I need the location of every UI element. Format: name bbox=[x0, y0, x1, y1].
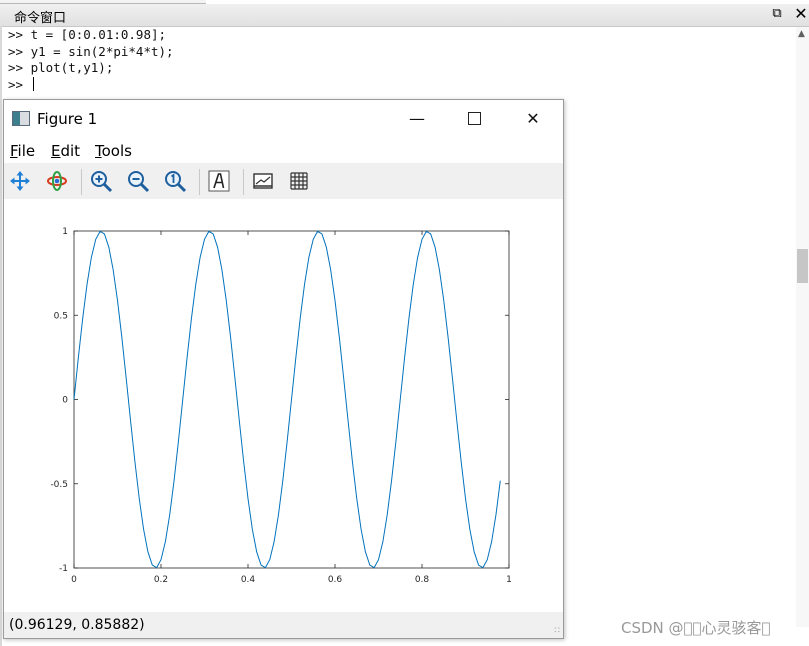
toggle-axes-icon[interactable] bbox=[251, 169, 275, 193]
cursor-coordinates: (0.96129, 0.85882) bbox=[9, 617, 145, 633]
command-window-title: 命令窗口 bbox=[14, 11, 67, 26]
rotate-icon[interactable] bbox=[45, 169, 69, 193]
y-tick-label: 1 bbox=[62, 227, 68, 237]
y-tick-label: 0.5 bbox=[54, 311, 68, 321]
command-line: >> t = [0:0.01:0.98]; bbox=[8, 27, 167, 42]
y-tick-label: -1 bbox=[59, 564, 68, 574]
scroll-up-icon[interactable]: ▲ bbox=[798, 29, 805, 39]
figure-toolbar bbox=[4, 163, 563, 199]
menu-tools[interactable]: Tools bbox=[95, 142, 132, 160]
y-tick-label: -0.5 bbox=[50, 480, 68, 490]
figure-window: Figure 1 — ✕ File Edit Tools 0 0.2 0.4 0… bbox=[3, 99, 564, 639]
text-caret bbox=[32, 76, 34, 91]
zoom-reset-icon[interactable] bbox=[163, 169, 187, 193]
menu-edit[interactable]: Edit bbox=[51, 142, 80, 160]
menu-file[interactable]: File bbox=[10, 142, 35, 160]
undock-icon[interactable]: ⧉ bbox=[770, 7, 784, 21]
close-button[interactable]: ✕ bbox=[510, 104, 556, 134]
x-tick-label: 0.2 bbox=[154, 575, 168, 585]
insert-text-icon[interactable] bbox=[207, 169, 231, 193]
figure-title: Figure 1 bbox=[37, 110, 98, 128]
toolbar-separator bbox=[81, 169, 82, 195]
command-output[interactable]: >> t = [0:0.01:0.98]; >> y1 = sin(2*pi*4*… bbox=[8, 27, 788, 93]
x-tick-label: 1 bbox=[506, 575, 512, 585]
scrollbar-thumb[interactable] bbox=[797, 249, 808, 283]
watermark: CSDN @  心灵骇客  bbox=[621, 619, 771, 637]
command-line: >> y1 = sin(2*pi*4*t); bbox=[8, 43, 174, 59]
x-tick-label: 0.4 bbox=[241, 575, 256, 585]
zoom-in-icon[interactable] bbox=[89, 169, 113, 193]
status-bar: (0.96129, 0.85882) ∷ bbox=[4, 612, 563, 638]
maximize-icon bbox=[467, 112, 481, 125]
command-prompt: >> bbox=[8, 76, 31, 92]
panel-left-border bbox=[0, 26, 2, 646]
toolbar-separator bbox=[199, 169, 200, 195]
resize-grip-icon[interactable]: ∷ bbox=[554, 626, 560, 636]
zoom-out-icon[interactable] bbox=[126, 169, 150, 193]
pan-icon[interactable] bbox=[8, 169, 32, 193]
minimize-button[interactable]: — bbox=[394, 104, 440, 134]
y-tick-label: 0 bbox=[62, 396, 68, 406]
vertical-scrollbar[interactable]: ▲ bbox=[796, 27, 809, 627]
plot-canvas[interactable]: 0 0.2 0.4 0.6 0.8 1 -1 -0.5 0 0.5 1 bbox=[4, 199, 563, 612]
line-plot[interactable]: 0 0.2 0.4 0.6 0.8 1 -1 -0.5 0 0.5 1 bbox=[4, 199, 563, 612]
close-icon[interactable]: ✕ bbox=[793, 6, 809, 22]
x-tick-label: 0 bbox=[71, 575, 77, 585]
maximize-button[interactable] bbox=[451, 104, 497, 134]
command-window-header: 命令窗口 ⧉ ✕ bbox=[0, 4, 809, 27]
menu-bar: File Edit Tools bbox=[4, 140, 563, 162]
command-prompt-line[interactable]: >> bbox=[8, 76, 788, 94]
figure-app-icon bbox=[12, 111, 30, 126]
x-tick-label: 0.8 bbox=[415, 575, 430, 585]
figure-titlebar[interactable]: Figure 1 — ✕ bbox=[4, 100, 563, 138]
toggle-grid-icon[interactable] bbox=[287, 169, 311, 193]
toolbar-separator bbox=[243, 169, 244, 195]
series-line-y1 bbox=[73, 230, 501, 569]
x-tick-label: 0.6 bbox=[328, 575, 343, 585]
command-line: >> plot(t,y1); bbox=[8, 60, 114, 75]
